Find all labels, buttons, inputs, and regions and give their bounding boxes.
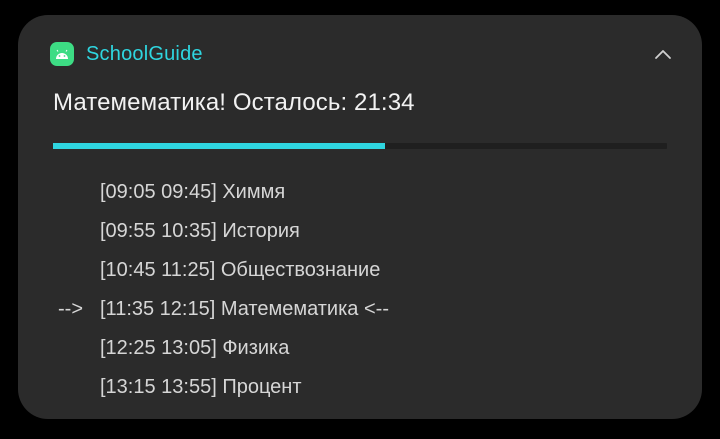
schedule-row-text: [13:15 13:55] Процент: [100, 376, 302, 398]
progress-bar: [53, 143, 667, 149]
schedule-row-text: [09:05 09:45] Химмя: [100, 181, 286, 203]
schedule-row-text: [11:35 12:15] Матемематика <--: [100, 298, 389, 320]
status-bar-edge: [0, 0, 720, 6]
app-name: SchoolGuide: [86, 42, 203, 65]
schedule-list: [09:05 09:45] Химмя [09:55 10:35] История…: [58, 173, 389, 407]
current-lesson-marker: -->: [58, 298, 83, 320]
schedule-row: [09:55 10:35] История: [58, 212, 389, 251]
android-icon: [50, 42, 74, 66]
schedule-row: [12:25 13:05] Физика: [58, 329, 389, 368]
notification-card[interactable]: SchoolGuide Матемематика! Осталось: 21:3…: [18, 15, 702, 419]
progress-fill: [53, 143, 385, 149]
schedule-row: [13:15 13:55] Процент: [58, 368, 389, 407]
chevron-up-icon[interactable]: [650, 41, 676, 67]
notification-header: SchoolGuide: [50, 41, 203, 67]
schedule-row-text: [09:55 10:35] История: [100, 220, 300, 242]
schedule-row: [10:45 11:25] Обществознание: [58, 251, 389, 290]
schedule-row-text: [12:25 13:05] Физика: [100, 337, 290, 359]
schedule-row: [09:05 09:45] Химмя: [58, 173, 389, 212]
schedule-row-text: [10:45 11:25] Обществознание: [100, 259, 381, 281]
notification-title: Матемематика! Осталось: 21:34: [53, 89, 415, 116]
schedule-row: --> [11:35 12:15] Матемематика <--: [58, 290, 389, 329]
